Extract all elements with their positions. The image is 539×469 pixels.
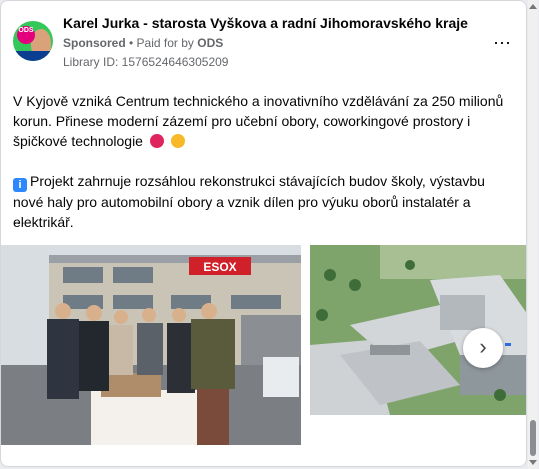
- heart-eyes-emoji-icon: [149, 134, 164, 148]
- paragraph-2-text: Projekt zahrnuje rozsáhlou rekonstrukci …: [13, 173, 485, 230]
- paid-for-prefix: • Paid for by: [129, 36, 194, 50]
- post-paragraph-1: V Kyjově vzniká Centrum technického a in…: [13, 91, 513, 151]
- page-scrollbar[interactable]: [528, 0, 538, 469]
- sponsored-label: Sponsored: [63, 36, 126, 50]
- library-id: Library ID: 1576524646305209: [63, 55, 229, 69]
- see-more-ellipsis[interactable]: ...: [13, 211, 25, 227]
- carousel-render-campus[interactable]: [310, 245, 526, 415]
- scroll-up-icon[interactable]: [529, 4, 537, 9]
- more-options-icon[interactable]: ⋯: [493, 33, 512, 54]
- paid-for-name: ODS: [197, 36, 224, 50]
- scroll-down-icon[interactable]: [529, 460, 537, 465]
- carousel-next-button[interactable]: ›: [463, 328, 503, 368]
- ad-post-card: ODS Karel Jurka - starosta Vyškova a rad…: [0, 0, 527, 467]
- avatar-strip: [13, 51, 53, 61]
- post-paragraph-2: i Projekt zahrnuje rozsáhlou rekonstrukci…: [13, 171, 513, 232]
- campus-render-drawing: [310, 245, 526, 415]
- sponsored-line: Sponsored • Paid for by ODS: [63, 36, 223, 50]
- post-header: ODS Karel Jurka - starosta Vyškova a rad…: [13, 13, 518, 71]
- esox-sign: ESOX: [203, 260, 236, 274]
- paragraph-1-text: V Kyjově vzniká Centrum technického a in…: [13, 93, 504, 149]
- starstruck-emoji-icon: [170, 134, 185, 148]
- image-carousel: ESOX ›: [1, 245, 526, 445]
- ods-logo-icon: ODS: [17, 26, 35, 44]
- post-text: V Kyjově vzniká Centrum technického a in…: [13, 91, 513, 252]
- carousel-photo-ceremony[interactable]: ESOX: [1, 245, 301, 445]
- ceremony-photo-drawing: ESOX: [1, 245, 301, 445]
- scrollbar-thumb[interactable]: [530, 420, 536, 456]
- author-name[interactable]: Karel Jurka - starosta Vyškova a radní J…: [63, 15, 468, 31]
- info-emoji-icon: i: [13, 178, 27, 192]
- author-avatar[interactable]: ODS: [13, 21, 53, 61]
